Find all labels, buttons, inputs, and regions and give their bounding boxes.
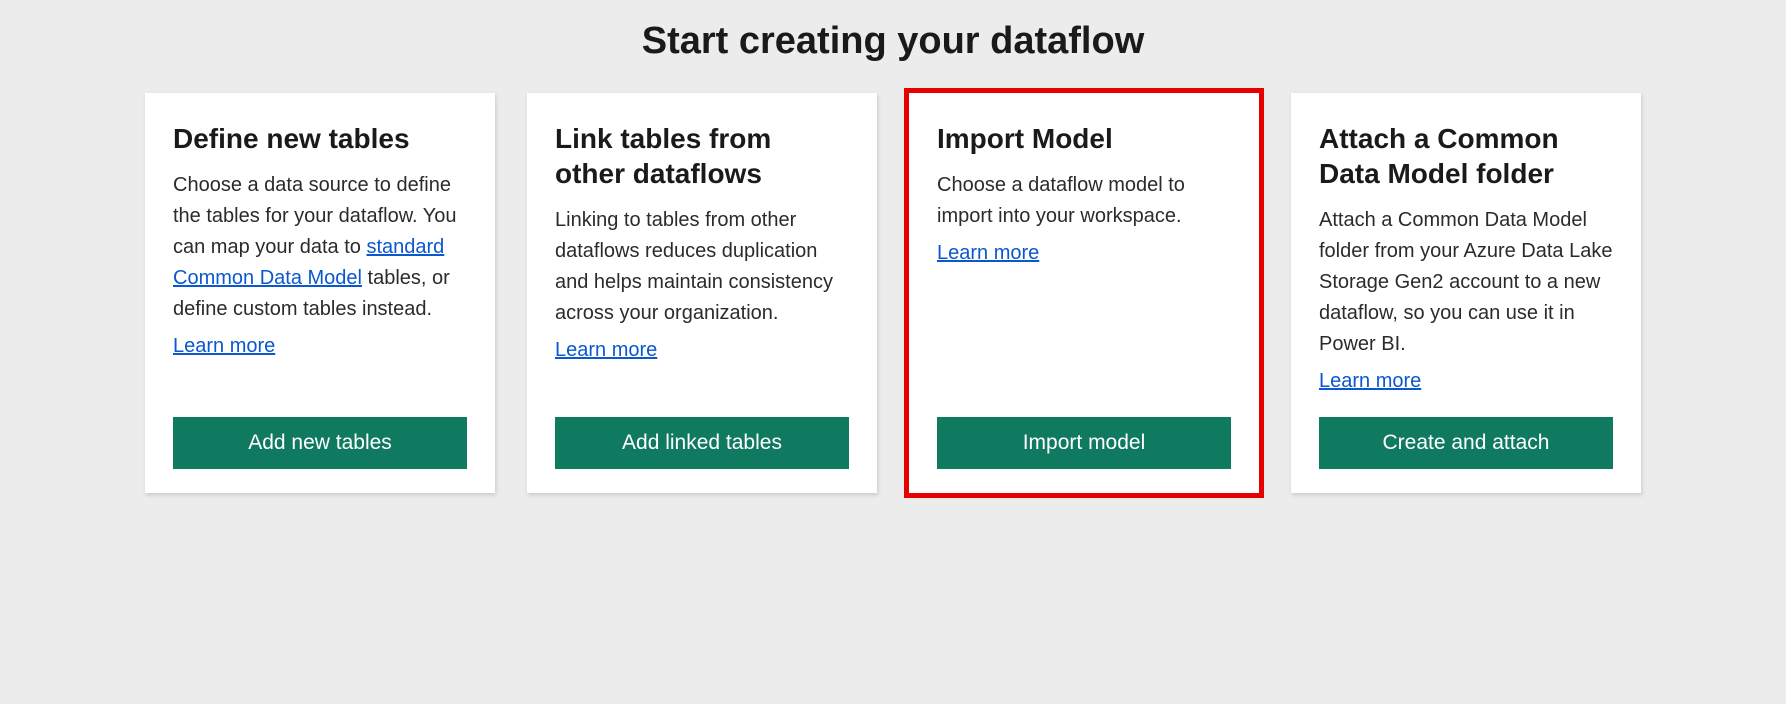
card-title: Link tables from other dataflows (555, 121, 849, 191)
learn-more-link[interactable]: Learn more (555, 339, 657, 362)
create-and-attach-button[interactable]: Create and attach (1319, 417, 1613, 469)
learn-more-link[interactable]: Learn more (1319, 370, 1421, 393)
card-body: Linking to tables from other dataflows r… (555, 205, 849, 393)
import-model-button[interactable]: Import model (937, 417, 1231, 469)
learn-more-link[interactable]: Learn more (937, 242, 1039, 265)
card-link-tables: Link tables from other dataflows Linking… (527, 93, 877, 493)
card-description: Choose a data source to define the table… (173, 170, 467, 325)
page-title: Start creating your dataflow (0, 20, 1786, 63)
cards-container: Define new tables Choose a data source t… (0, 93, 1786, 493)
card-description: Choose a dataflow model to import into y… (937, 170, 1231, 232)
card-attach-cdm-folder: Attach a Common Data Model folder Attach… (1291, 93, 1641, 493)
add-linked-tables-button[interactable]: Add linked tables (555, 417, 849, 469)
card-title: Attach a Common Data Model folder (1319, 121, 1613, 191)
card-title: Define new tables (173, 121, 467, 156)
card-import-model: Import Model Choose a dataflow model to … (909, 93, 1259, 493)
card-body: Choose a data source to define the table… (173, 170, 467, 393)
card-body: Choose a dataflow model to import into y… (937, 170, 1231, 393)
add-new-tables-button[interactable]: Add new tables (173, 417, 467, 469)
card-description: Attach a Common Data Model folder from y… (1319, 205, 1613, 360)
card-title: Import Model (937, 121, 1231, 156)
card-define-new-tables: Define new tables Choose a data source t… (145, 93, 495, 493)
card-description: Linking to tables from other dataflows r… (555, 205, 849, 329)
learn-more-link[interactable]: Learn more (173, 335, 275, 358)
card-body: Attach a Common Data Model folder from y… (1319, 205, 1613, 393)
